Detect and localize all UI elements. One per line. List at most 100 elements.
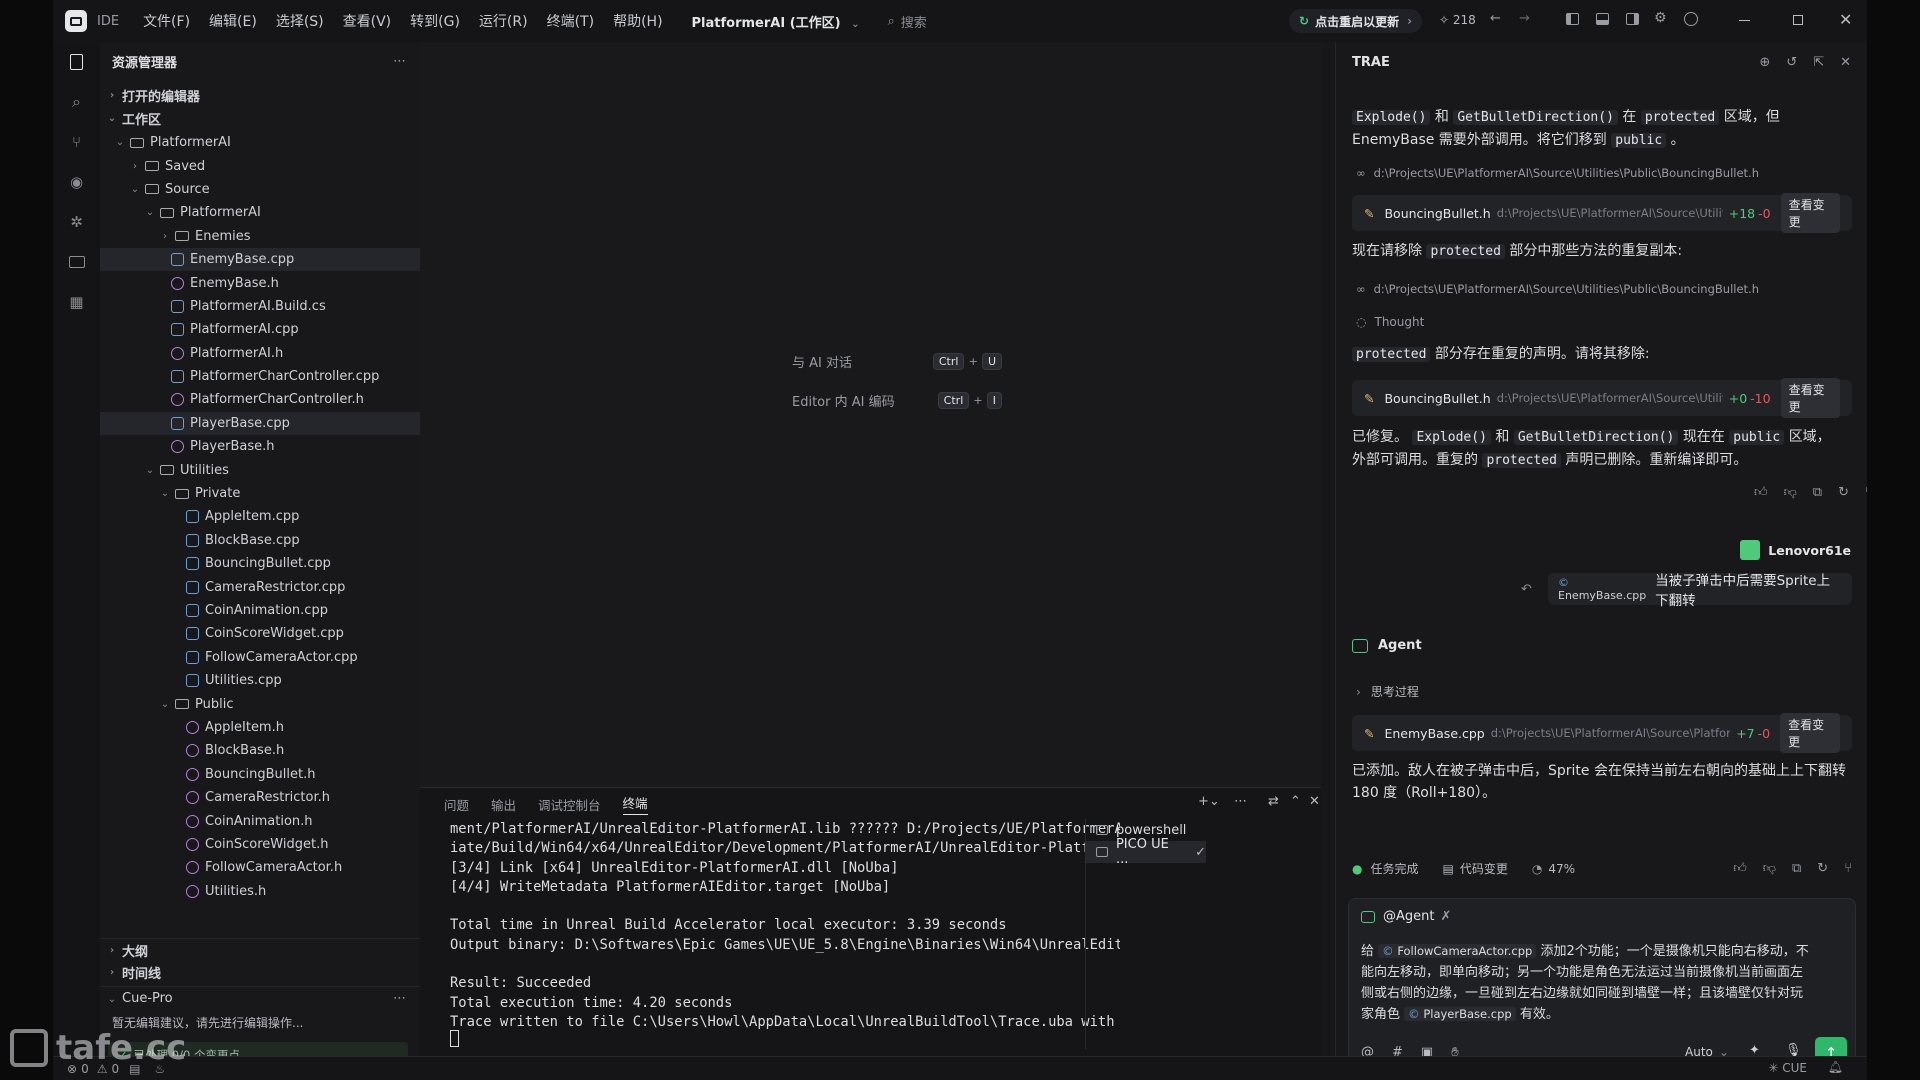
diff-card[interactable]: ✎ BouncingBullet.h d:\Projects\UE\Platfo… [1352,378,1852,418]
tree-folder[interactable]: › Enemies [100,225,420,248]
copy-icon[interactable]: ⧉ [1792,861,1801,876]
explorer-files-icon[interactable] [53,42,100,82]
section-outline[interactable]: › 大纲 [100,938,420,961]
back-arrow-icon[interactable]: ← [1490,11,1501,26]
diff-card[interactable]: ✎ EnemyBase.cpp d:\Projects\UE\Platforme… [1352,713,1852,753]
tree-file[interactable]: CameraRestrictor.h [100,786,420,809]
chat-input-text[interactable]: 给 © FollowCameraActor.cpp 添加2个功能；一个是摄像机只… [1361,941,1841,1025]
terminal-output[interactable]: ment/PlatformerAI/UnrealEditor-Platforme… [450,820,1120,1032]
tab-problems[interactable]: 问题 [444,795,469,814]
tree-file[interactable]: EnemyBase.cpp [100,247,420,272]
tree-file[interactable]: PlatformerCharController.h [100,388,420,411]
tree-folder[interactable]: ⌄ PlatformerAI [100,131,420,154]
thumbs-down-icon[interactable]: 👎︎ [1763,861,1776,876]
file-reference[interactable]: ∞ d:\Projects\UE\PlatformerAI\Source\Uti… [1356,166,1759,180]
cue-more-icon[interactable]: ⋯ [393,991,406,1006]
more-actions-icon[interactable]: ⋯ [393,54,406,69]
app-logo-icon[interactable] [65,10,87,32]
tab-output[interactable]: 输出 [491,795,516,814]
menu-edit[interactable]: 编辑(E) [209,11,257,31]
tab-terminal[interactable]: 终端 [622,793,648,815]
view-changes-button[interactable]: 查看变更 [1780,378,1840,418]
layout-right-icon[interactable] [1626,13,1639,25]
regenerate-icon[interactable]: ↻ [1817,861,1828,876]
undo-icon[interactable]: ↶ [1521,582,1532,597]
tree-file[interactable]: PlatformerAI.cpp [100,318,420,341]
section-open-editors[interactable]: › 打开的编辑器 [100,84,420,107]
star-counter[interactable]: ✧ 218 [1439,13,1476,27]
close-panel-icon[interactable]: ✕ [1840,55,1851,70]
new-chat-icon[interactable]: ⊕ [1759,55,1770,70]
history-icon[interactable]: ↺ [1786,55,1797,70]
tree-folder[interactable]: ⌄ PlatformerAI [100,201,420,224]
tree-file[interactable]: FollowCameraActor.h [100,856,420,879]
tree-file[interactable]: BlockBase.cpp [100,529,420,552]
account-icon[interactable] [1684,12,1698,26]
section-cue-pro[interactable]: ⌄ Cue-Pro ⋯ [100,986,420,1009]
eye-icon[interactable]: ◉ [53,162,100,202]
tree-file[interactable]: CameraRestrictor.cpp [100,575,420,598]
thought-toggle[interactable]: ◌ Thought [1356,315,1424,329]
menu-goto[interactable]: 转到(G) [410,11,460,31]
thumbs-up-icon[interactable]: 👍︎ [1733,861,1747,876]
agent-mention[interactable]: @Agent ✗ [1361,909,1451,924]
tree-file[interactable]: BouncingBullet.h [100,763,420,786]
tree-file[interactable]: CoinScoreWidget.cpp [100,622,420,645]
tree-file[interactable]: PlayerBase.h [100,435,420,458]
menu-file[interactable]: 文件(F) [143,11,190,31]
thinking-toggle[interactable]: › 思考过程 [1356,683,1419,700]
tree-folder[interactable]: › Saved [100,154,420,177]
layout-panel-icon[interactable] [1596,13,1609,25]
extensions-grid-icon[interactable]: ▦ [53,282,100,322]
section-workspace[interactable]: ⌄ 工作区 [100,107,420,130]
remote-monitor-icon[interactable] [53,242,100,282]
section-timeline[interactable]: › 时间线 [100,961,420,984]
tree-file[interactable]: CoinAnimation.h [100,809,420,832]
tree-file[interactable]: PlayerBase.cpp [100,411,420,436]
thumbs-down-icon[interactable]: 👎︎ [1784,485,1797,500]
code-changes-label[interactable]: 代码变更 [1460,860,1508,877]
menu-help[interactable]: 帮助(H) [613,11,662,31]
debug-bug-icon[interactable]: ✲ [53,202,100,242]
tree-file[interactable]: BouncingBullet.cpp [100,552,420,575]
tab-debug-console[interactable]: 调试控制台 [538,795,601,814]
panel-maximize-icon[interactable]: ⌃ [1290,794,1301,809]
diff-card[interactable]: ✎ BouncingBullet.h d:\Projects\UE\Platfo… [1352,193,1852,233]
tree-file[interactable]: Utilities.cpp [100,669,420,692]
file-chip[interactable]: © EnemyBase.cpp [1558,576,1647,602]
file-chip[interactable]: © FollowCameraActor.cpp [1378,944,1537,958]
menu-run[interactable]: 运行(R) [479,11,528,31]
regenerate-icon[interactable]: ↻ [1838,485,1849,500]
panel-sync-icon[interactable]: ⇄ [1268,794,1279,809]
popout-icon[interactable]: ⇱ [1813,55,1824,70]
chat-input-box[interactable]: @Agent ✗ 给 © FollowCameraActor.cpp 添加2个功… [1348,898,1856,1080]
settings-gear-icon[interactable]: ⚙ [1654,10,1667,26]
tree-file[interactable]: Utilities.h [100,880,420,903]
new-terminal-icon[interactable]: +⌄ [1198,794,1220,809]
forward-arrow-icon[interactable]: → [1519,11,1530,26]
minimize-icon[interactable] [1739,20,1750,21]
file-reference[interactable]: ∞ d:\Projects\UE\PlatformerAI\Source\Uti… [1356,282,1759,296]
tree-file[interactable]: PlatformerCharController.cpp [100,365,420,388]
tree-file[interactable]: PlatformerAI.h [100,342,420,365]
tree-file[interactable]: AppleItem.cpp [100,505,420,528]
search-panel-icon[interactable]: ⌕ [53,82,100,122]
update-button[interactable]: ↻ 点击重启以更新 › [1289,9,1423,33]
search-box[interactable]: ⌕ 搜索 [888,12,927,31]
tree-file[interactable]: BlockBase.h [100,739,420,762]
tree-file[interactable]: PlatformerAI.Build.cs [100,295,420,318]
panel-more-icon[interactable]: ⋯ [1234,794,1247,809]
notification-bell-icon[interactable]: 🔔︎ [1828,1060,1843,1074]
cue-status[interactable]: ✳ CUE [1768,1061,1807,1075]
tree-file[interactable]: AppleItem.h [100,716,420,739]
branch-icon[interactable]: ⑂ [1844,861,1852,876]
tree-file[interactable]: CoinAnimation.cpp [100,599,420,622]
menu-view[interactable]: 查看(V) [343,11,392,31]
tree-folder[interactable]: ⌄ Public [100,692,420,715]
thumbs-up-icon[interactable]: 👍︎ [1754,485,1768,500]
maximize-icon[interactable] [1793,15,1803,25]
layout-sidebar-icon[interactable] [1566,13,1579,25]
close-window-icon[interactable]: ✕ [1839,10,1852,29]
source-control-icon[interactable]: ⑂ [53,122,100,162]
view-changes-button[interactable]: 查看变更 [1780,713,1840,753]
